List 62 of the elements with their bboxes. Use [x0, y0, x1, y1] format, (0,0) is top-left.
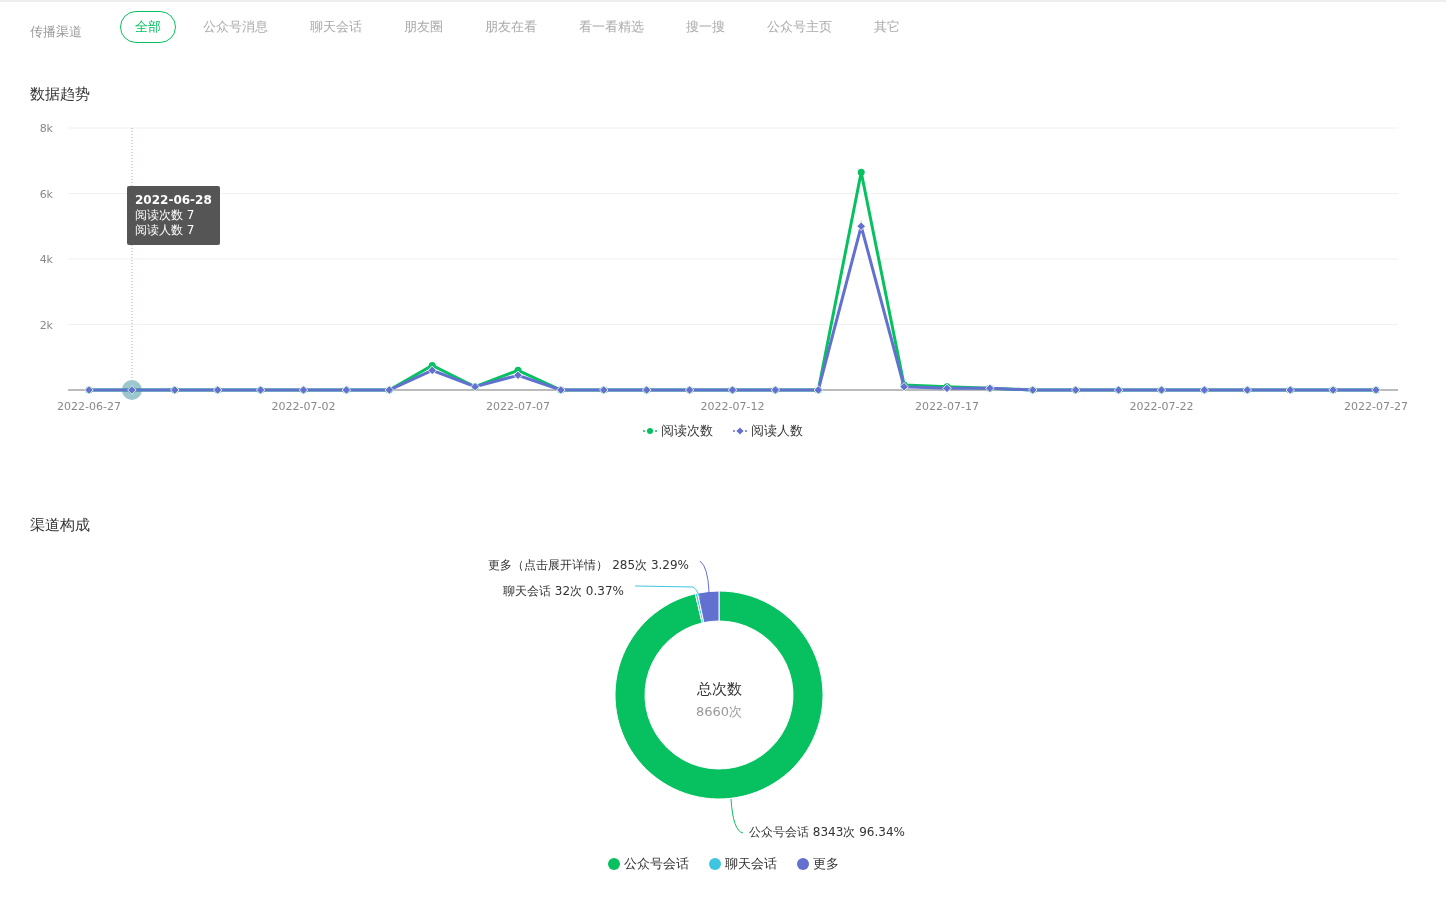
- axis-label: 2k: [39, 318, 53, 332]
- tooltip-title: 2022-06-28: [135, 193, 212, 208]
- slice-label: 聊天会话 32次 0.37%: [502, 584, 624, 598]
- leader-line: [730, 798, 744, 834]
- data-point: [1028, 385, 1038, 395]
- data-point: [298, 385, 309, 395]
- slice-label: 更多（点击展开详情） 285次 3.29%: [488, 558, 689, 572]
- data-point: [556, 385, 566, 395]
- data-point: [1199, 385, 1210, 395]
- center-title: 总次数: [696, 680, 742, 698]
- axis-label: 4k: [39, 253, 53, 266]
- data-point: [1328, 385, 1338, 395]
- section-title: 渠道构成: [29, 516, 91, 535]
- legend-marker-icon: [643, 427, 657, 435]
- data-point: [1156, 385, 1167, 395]
- data-point: [427, 365, 437, 375]
- axis-label: 2022-06-27: [57, 400, 121, 413]
- data-point: [127, 385, 137, 395]
- data-point: [1071, 385, 1081, 395]
- data-point: [213, 385, 223, 395]
- legend-label[interactable]: 公众号会话: [623, 855, 689, 873]
- data-point: [642, 385, 652, 395]
- data-point: [727, 385, 738, 395]
- axis-label: 2022-07-22: [1129, 400, 1194, 413]
- data-point: [1371, 385, 1381, 395]
- legend-marker-icon: [733, 427, 747, 435]
- axis-label: 2022-07-17: [915, 400, 979, 413]
- axis-label: 2022-07-07: [486, 400, 550, 413]
- legend-label[interactable]: 更多: [812, 855, 839, 873]
- data-point: [599, 385, 609, 395]
- data-point: [384, 385, 394, 395]
- data-point: [84, 385, 94, 395]
- slice-label: 公众号会话 8343次 96.34%: [749, 825, 905, 839]
- tooltip-line: 阅读次数 7: [135, 208, 196, 223]
- data-point: [813, 385, 823, 395]
- data-point: [513, 370, 523, 380]
- axis-label: 2022-07-27: [1344, 400, 1408, 413]
- data-point: [985, 383, 995, 393]
- data-point: [857, 168, 865, 176]
- axis-label: 2022-07-12: [700, 400, 765, 413]
- legend-label[interactable]: 阅读次数: [661, 422, 713, 440]
- axis-label: 8k: [39, 122, 53, 135]
- data-point: [856, 221, 866, 231]
- tooltip-line: 阅读人数 7: [135, 223, 196, 238]
- section-title: 数据趋势: [29, 85, 91, 104]
- filter-label: 传播渠道: [30, 23, 82, 41]
- axis-label: 2022-07-02: [271, 400, 336, 413]
- data-point: [470, 382, 480, 392]
- data-point: [770, 385, 781, 395]
- donut-slice[interactable]: [697, 590, 720, 624]
- data-point: [341, 385, 352, 395]
- data-point: [1113, 385, 1124, 395]
- data-point: [1285, 385, 1295, 395]
- data-point: [255, 385, 266, 395]
- legend-label[interactable]: 聊天会话: [724, 855, 777, 873]
- axis-label: 6k: [39, 187, 53, 201]
- data-point: [684, 385, 695, 395]
- channel-tab[interactable]: 全部: [120, 11, 176, 43]
- data-point: [170, 385, 180, 395]
- legend-label[interactable]: 阅读人数: [751, 422, 803, 440]
- data-point: [1242, 385, 1252, 395]
- center-value: 8660次: [695, 704, 743, 719]
